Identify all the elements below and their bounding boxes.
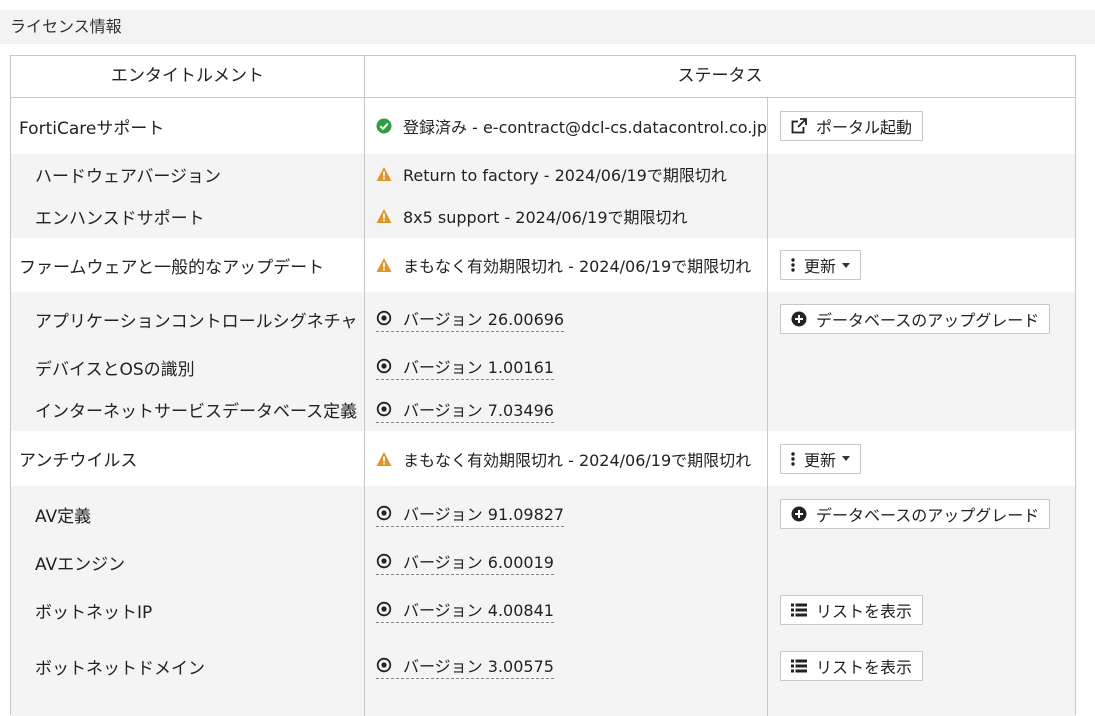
- entitlement-name: ハードウェアバージョン: [11, 154, 365, 194]
- list-icon: [791, 659, 807, 673]
- version-link[interactable]: バージョン 4.00841: [376, 597, 554, 623]
- action-cell: ポータル起動: [768, 98, 1075, 154]
- status-cell: Return to factory - 2024/06/19で期限切れ: [365, 154, 768, 194]
- view-list-button[interactable]: リストを表示: [780, 651, 924, 681]
- target-icon: [376, 553, 392, 569]
- warning-icon: [376, 209, 392, 223]
- plus-circle-icon: [791, 311, 807, 327]
- view-list-button[interactable]: リストを表示: [780, 595, 924, 625]
- status-cell: バージョン 26.00696: [365, 292, 768, 346]
- target-icon: [376, 601, 392, 617]
- status-cell: 8x5 support - 2024/06/19で期限切れ: [365, 194, 768, 238]
- version-link[interactable]: バージョン 1.00161: [376, 354, 554, 380]
- table-row: デバイスとOSの識別 バージョン 1.00161: [11, 346, 1075, 388]
- version-link[interactable]: バージョン 6.00019: [376, 549, 554, 575]
- entitlement-name: FortiCareサポート: [11, 98, 365, 154]
- list-icon: [791, 603, 807, 617]
- column-header-entitlement: エンタイトルメント: [11, 56, 365, 97]
- kebab-icon: [791, 258, 795, 272]
- version-link[interactable]: バージョン 26.00696: [376, 306, 565, 332]
- action-cell: 更新: [768, 238, 1075, 292]
- status-cell: まもなく有効期限切れ - 2024/06/19で期限切れ: [365, 431, 768, 486]
- target-icon: [376, 401, 392, 416]
- table-row: ファームウェアと一般的なアップデート まもなく有効期限切れ - 2024/06/…: [11, 238, 1075, 292]
- action-cell: データベースのアップグレード: [768, 486, 1075, 542]
- target-icon: [376, 657, 392, 673]
- entitlement-name: デバイスとOSの識別: [11, 346, 365, 388]
- table-row: ボットネットドメイン バージョン 3.00575 リストを表示: [11, 638, 1075, 694]
- portal-launch-button[interactable]: ポータル起動: [780, 111, 924, 141]
- action-cell: データベースのアップグレード: [768, 292, 1075, 346]
- check-circle-icon: [376, 118, 392, 134]
- kebab-icon: [791, 451, 795, 466]
- update-dropdown-button[interactable]: 更新: [780, 443, 862, 474]
- entitlement-name: インターネットサービスデータベース定義: [11, 388, 365, 431]
- plus-circle-icon: [791, 506, 807, 522]
- entitlement-name: AVエンジン: [11, 542, 365, 582]
- table-row: アプリケーションコントロールシグネチャ バージョン 26.00696 データベー…: [11, 292, 1075, 346]
- status-cell: バージョン 91.09827: [365, 486, 768, 542]
- entitlement-name: アプリケーションコントロールシグネチャ: [11, 292, 365, 346]
- chevron-down-icon: [842, 262, 851, 268]
- entitlement-name: アンチウイルス: [11, 431, 365, 486]
- warning-icon: [376, 451, 392, 466]
- table-header: エンタイトルメント ステータス: [11, 56, 1075, 98]
- table-row: AVエンジン バージョン 6.00019: [11, 542, 1075, 582]
- entitlement-name: エンハンスドサポート: [11, 194, 365, 238]
- table-row: ハードウェアバージョン Return to factory - 2024/06/…: [11, 154, 1075, 194]
- status-text: まもなく有効期限切れ - 2024/06/19で期限切れ: [403, 450, 752, 470]
- warning-icon: [376, 258, 392, 272]
- status-cell: バージョン 6.00019: [365, 542, 768, 582]
- table-row: AV定義 バージョン 91.09827 データベースのアップグレード: [11, 486, 1075, 542]
- section-header: ライセンス情報: [0, 10, 1095, 44]
- version-link[interactable]: バージョン 91.09827: [376, 501, 565, 527]
- license-table: エンタイトルメント ステータス FortiCareサポート 登録済み - e-c…: [10, 55, 1076, 716]
- action-cell: リストを表示: [768, 638, 1075, 694]
- status-text: まもなく有効期限切れ - 2024/06/19で期限切れ: [403, 257, 752, 276]
- column-header-status: ステータス: [677, 66, 763, 86]
- entitlement-name: AV定義: [11, 486, 365, 542]
- table-row: インターネットサービスデータベース定義 バージョン 7.03496: [11, 388, 1075, 431]
- entitlement-name: ボットネットIP: [11, 582, 365, 638]
- target-icon: [376, 505, 392, 521]
- target-icon: [376, 310, 392, 326]
- status-text: 登録済み - e-contract@dcl-cs.datacontrol.co.…: [403, 118, 767, 137]
- table-row: FortiCareサポート 登録済み - e-contract@dcl-cs.d…: [11, 98, 1075, 154]
- table-row: ボットネットIP バージョン 4.00841 リストを表示: [11, 582, 1075, 638]
- status-cell: バージョン 3.00575: [365, 638, 768, 694]
- status-cell: バージョン 1.00161: [365, 346, 768, 388]
- external-link-icon: [791, 118, 807, 134]
- entitlement-name: ボットネットドメイン: [11, 638, 365, 694]
- database-upgrade-button[interactable]: データベースのアップグレード: [780, 304, 1051, 334]
- section-title: ライセンス情報: [10, 17, 122, 36]
- table-row: アンチウイルス まもなく有効期限切れ - 2024/06/19で期限切れ 更新: [11, 431, 1075, 486]
- status-cell: バージョン 7.03496: [365, 388, 768, 431]
- action-cell: リストを表示: [768, 582, 1075, 638]
- version-link[interactable]: バージョン 7.03496: [376, 397, 554, 423]
- warning-icon: [376, 167, 392, 181]
- table-row: エンハンスドサポート 8x5 support - 2024/06/19で期限切れ: [11, 194, 1075, 238]
- target-icon: [376, 358, 392, 374]
- version-link[interactable]: バージョン 3.00575: [376, 653, 554, 679]
- status-cell: まもなく有効期限切れ - 2024/06/19で期限切れ: [365, 238, 768, 292]
- status-text: 8x5 support - 2024/06/19で期限切れ: [403, 208, 688, 227]
- entitlement-name: ファームウェアと一般的なアップデート: [11, 238, 365, 292]
- update-dropdown-button[interactable]: 更新: [780, 250, 862, 280]
- chevron-down-icon: [842, 456, 851, 461]
- action-cell: 更新: [768, 431, 1075, 486]
- status-cell: 登録済み - e-contract@dcl-cs.datacontrol.co.…: [365, 98, 768, 154]
- status-text: Return to factory - 2024/06/19で期限切れ: [403, 166, 727, 185]
- status-cell: バージョン 4.00841: [365, 582, 768, 638]
- database-upgrade-button[interactable]: データベースのアップグレード: [780, 499, 1051, 529]
